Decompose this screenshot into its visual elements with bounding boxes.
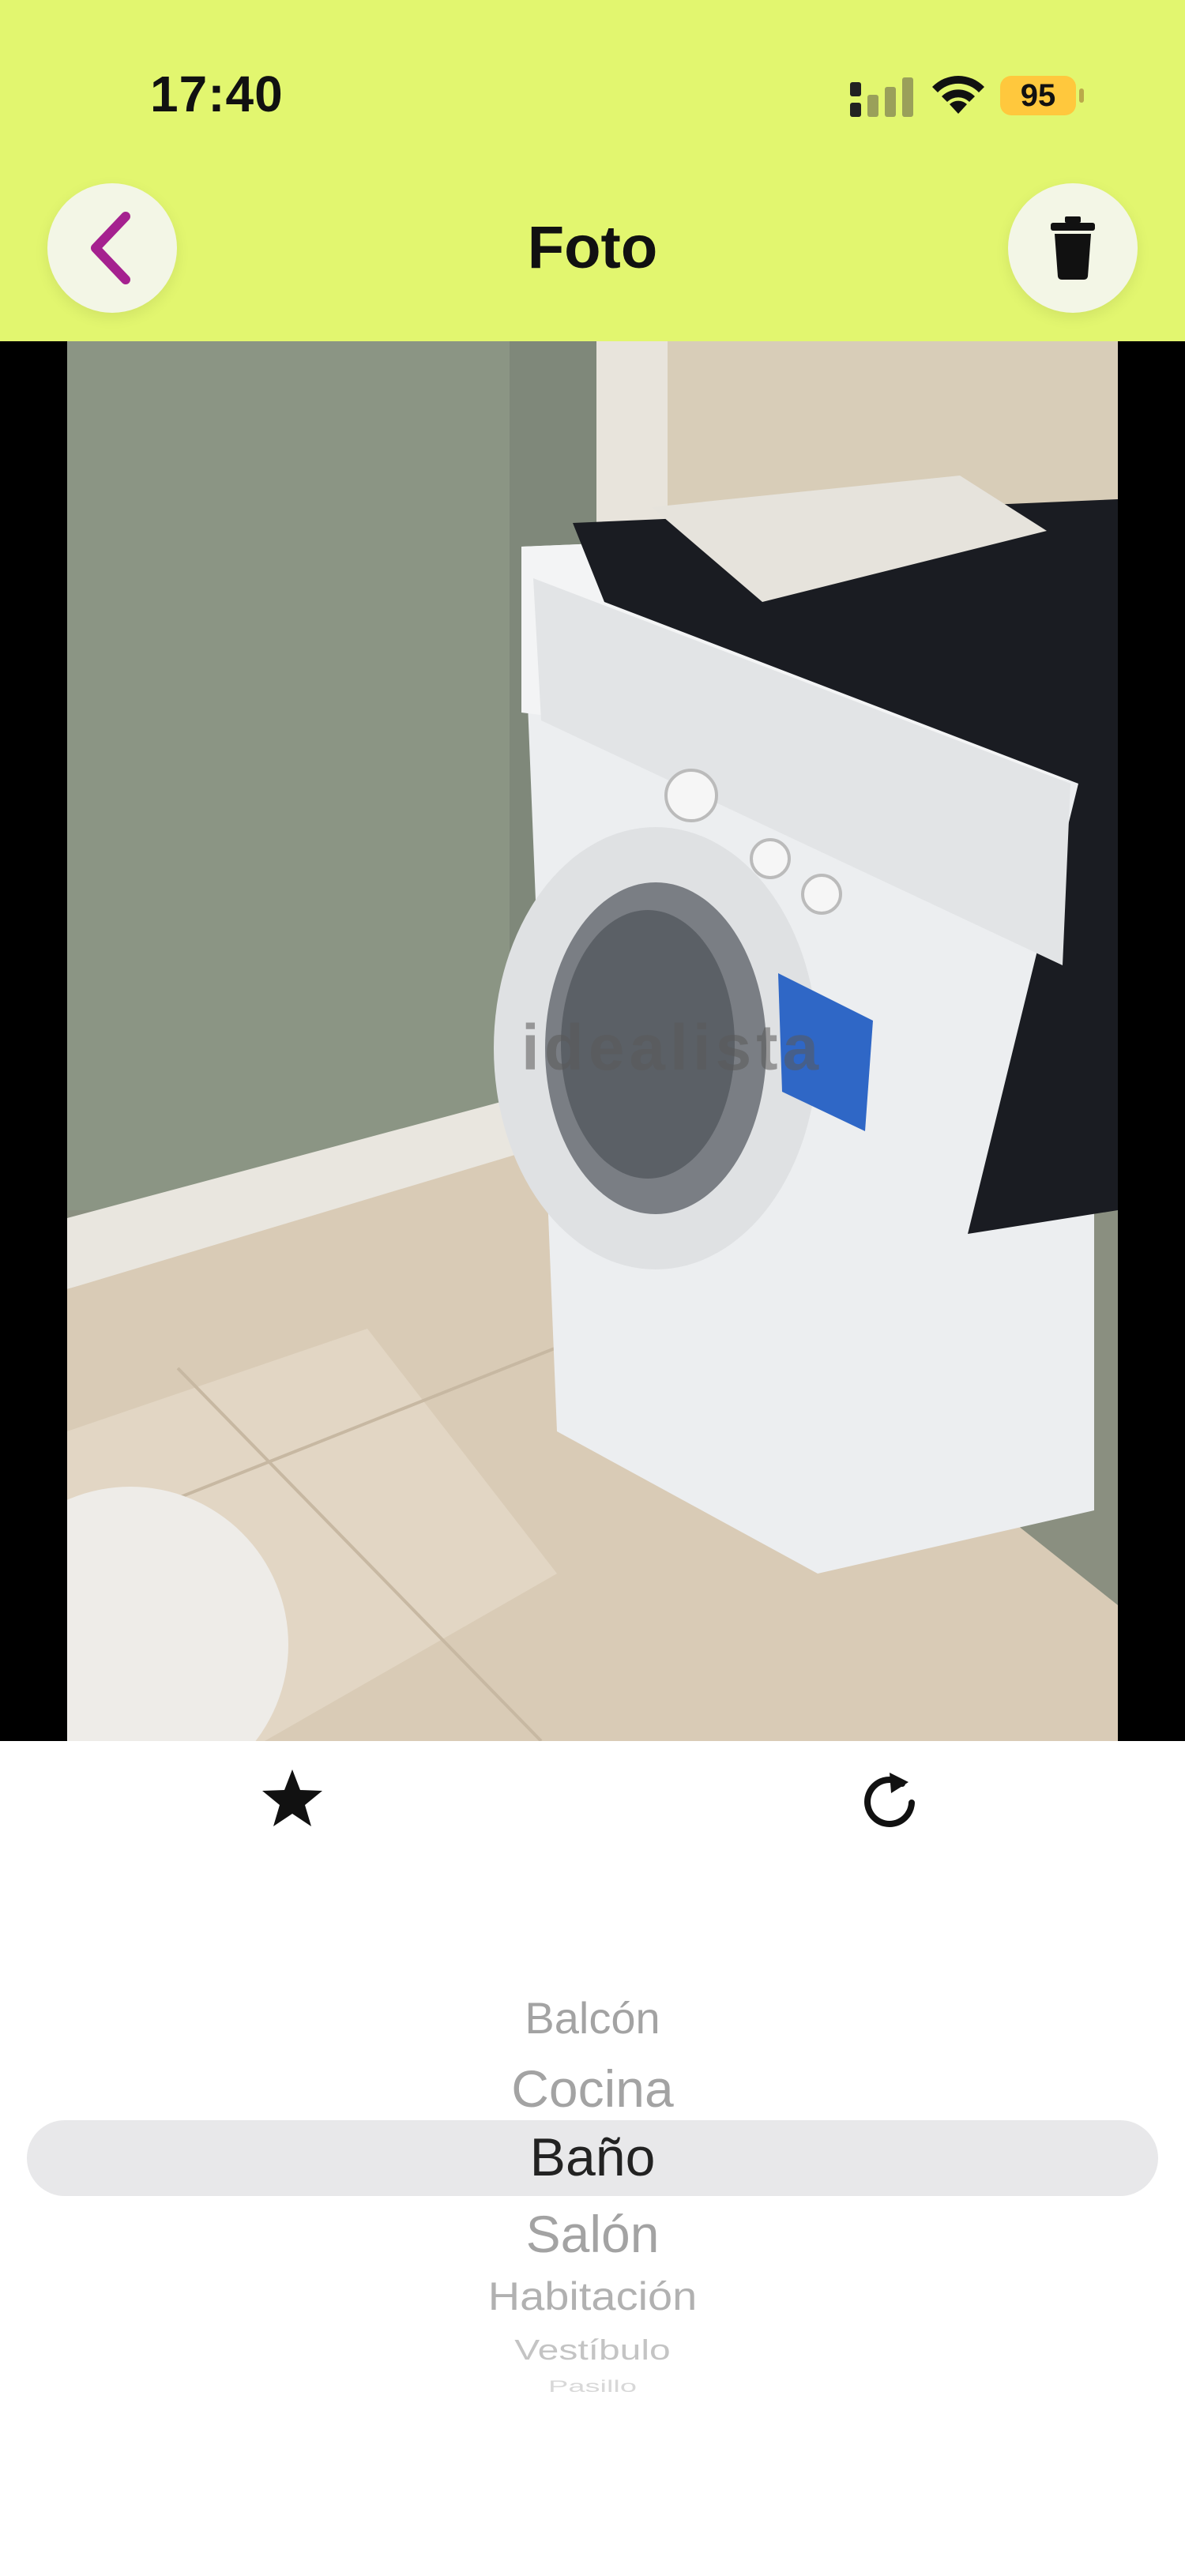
picker-option-cocina[interactable]: Cocina — [0, 2059, 1185, 2119]
wifi-icon — [932, 76, 984, 114]
trash-icon — [1051, 216, 1095, 280]
rotate-icon[interactable] — [860, 1765, 923, 1831]
star-icon[interactable] — [261, 1766, 324, 1830]
delete-button[interactable] — [1008, 183, 1138, 313]
picker-option-bano-selected[interactable]: Baño — [0, 2127, 1185, 2188]
battery-tip — [1079, 88, 1084, 103]
picker-option-balcon[interactable]: Balcón — [0, 1992, 1185, 2044]
picker-option-pasillo[interactable]: Pasillo — [0, 2378, 1185, 2397]
cellular-signal-icon — [850, 77, 913, 117]
picker-option-habitacion[interactable]: Habitación — [0, 2273, 1185, 2319]
room-photo[interactable]: idealista — [67, 341, 1118, 1741]
header-bar: 17:40 95 Foto — [0, 0, 1185, 341]
page-title: Foto — [527, 214, 658, 281]
watermark: idealista — [521, 1012, 824, 1084]
photo-viewer: idealista — [0, 341, 1185, 1741]
picker-option-vestibulo[interactable]: Vestíbulo — [0, 2334, 1185, 2367]
battery-indicator: 95 — [1000, 76, 1076, 115]
picker-option-salon[interactable]: Salón — [0, 2204, 1185, 2264]
status-time: 17:40 — [150, 66, 284, 122]
